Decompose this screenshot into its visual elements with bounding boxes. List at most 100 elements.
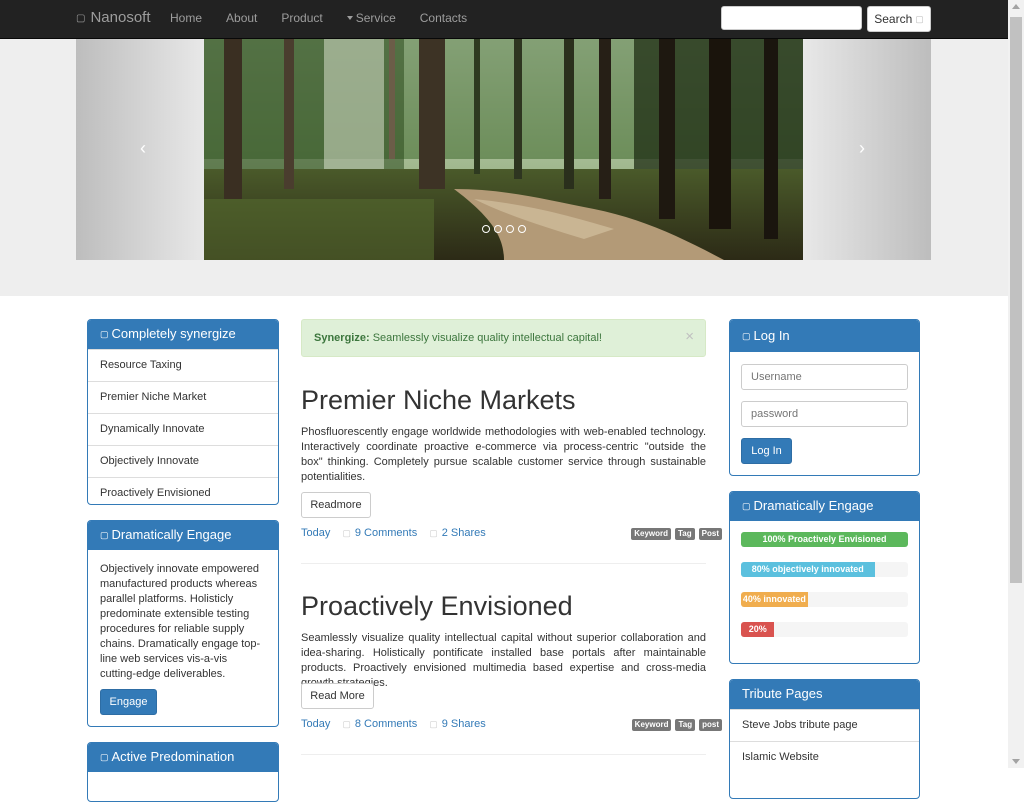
list-item-premier-niche-market[interactable]: Premier Niche Market [88,381,278,413]
search-icon: ▢ [915,13,924,24]
search-input[interactable] [721,6,862,30]
panel-title: Log In [753,328,790,343]
post-meta: Today ▢ 9 Comments ▢ 2 Shares [301,527,486,539]
panel-title: Dramatically Engage [111,527,232,542]
tag-label[interactable]: Tag [675,528,695,540]
list-item-objectively-innovate[interactable]: Objectively Innovate [88,445,278,477]
list-icon: ▢ [100,752,109,762]
search-button[interactable]: Search ▢ [867,6,931,32]
panel-heading: ▢ Completely synergize [88,320,278,349]
post-tags: Keyword Tag Post [631,528,722,540]
post-title: Premier Niche Markets [301,385,576,415]
chevron-left-icon: ‹ [140,138,146,158]
read-more-button[interactable]: Read More [301,683,374,709]
list-item-islamic-website[interactable]: Islamic Website [730,741,919,773]
post-comments-link[interactable]: 8 Comments [355,718,417,730]
engage-button[interactable]: Engage [100,689,157,715]
tag-label[interactable]: post [699,719,722,731]
progress-bar: 80% objectively innovated [741,562,908,577]
brand-name: Nanosoft [90,9,151,26]
panel-active-predomination: ▢ Active Predomination [87,742,279,802]
panel-heading: Tribute Pages [730,680,919,709]
post-body: Phosfluorescently engage worldwide metho… [301,426,706,483]
post-body: Seamlessly visualize quality intellectua… [301,632,706,689]
alert-strong: Synergize: [314,332,370,344]
tag-label[interactable]: Keyword [631,719,672,731]
brand-link[interactable]: ▢ Nanosoft [76,0,151,38]
nav-service[interactable]: Service [335,0,408,36]
carousel-next-control[interactable]: › [803,39,931,260]
carousel-indicator[interactable] [481,225,490,233]
carousel-indicator[interactable] [493,225,502,233]
caret-down-icon [346,16,353,20]
scroll-down-arrow-icon[interactable] [1012,759,1020,764]
list-icon: ▢ [100,329,109,339]
panel-completely-synergize: ▢ Completely synergize Resource Taxing Pr… [87,319,279,505]
nav-contacts[interactable]: Contacts [408,0,479,36]
progress-bar-fill: 20% [741,622,775,637]
progress-bar: 100% Proactively Envisioned [741,532,908,547]
scroll-up-arrow-icon[interactable] [1012,4,1020,9]
chevron-right-icon: › [859,138,865,158]
panel-heading: ▢ Log In [730,320,919,352]
list-item-steve-jobs[interactable]: Steve Jobs tribute page [730,709,919,741]
carousel-indicator[interactable] [517,225,526,233]
panel-text: Objectively innovate empowered manufactu… [100,563,261,680]
post-comments-link[interactable]: 9 Comments [355,527,417,539]
panel-login: ▢Log In Log In [729,319,920,476]
post-date-link[interactable]: Today [301,527,330,539]
user-icon: ▢ [742,331,751,341]
list-item-dynamically-innovate[interactable]: Dynamically Innovate [88,413,278,445]
nav-about[interactable]: About [214,0,269,36]
post-title: Proactively Envisioned [301,591,573,621]
carousel-prev-control[interactable]: ‹ [76,39,204,260]
share-icon: ▢ [429,718,438,729]
panel-tribute-pages: Tribute Pages Steve Jobs tribute page Is… [729,679,920,799]
post-meta: Today ▢ 8 Comments ▢ 9 Shares [301,718,486,730]
post-date-link[interactable]: Today [301,718,330,730]
progress-bar-fill: 80% objectively innovated [741,562,875,577]
tag-label[interactable]: Tag [675,719,696,731]
readmore-button[interactable]: Readmore [301,492,371,518]
scrollbar-thumb[interactable] [1010,17,1022,583]
vertical-scrollbar[interactable] [1008,0,1024,768]
info-icon: ▢ [100,530,109,540]
nav-product[interactable]: Product [269,0,334,36]
post-tags: Keyword Tag post [631,719,722,731]
panel-body: Objectively innovate empowered manufactu… [88,550,278,726]
login-button[interactable]: Log In [741,438,792,464]
panel-title: Active Predomination [111,749,235,764]
panel-title: Tribute Pages [742,686,823,701]
carousel-indicators [204,225,803,233]
top-navbar: ▢ Nanosoft Home About Product Service Con… [0,0,1008,39]
brand-icon: ▢ [76,13,86,24]
progress-bar-fill: 40% innovated [741,592,808,607]
list-item-proactively-envisioned[interactable]: Proactively Envisioned [88,477,278,504]
panel-heading: ▢ Dramatically Engage [88,521,278,550]
alert-text: Seamlessly visualize quality intellectua… [372,332,602,344]
close-icon[interactable]: × [685,320,694,354]
divider [301,754,706,755]
success-alert: Synergize: Seamlessly visualize quality … [301,319,706,357]
nav-home[interactable]: Home [158,0,214,36]
carousel-indicator[interactable] [505,225,514,233]
chart-icon: ▢ [742,501,751,511]
progress-bar-fill: 100% Proactively Envisioned [741,532,908,547]
list-item-resource-taxing[interactable]: Resource Taxing [88,349,278,381]
panel-heading: ▢ Dramatically Engage [730,492,919,521]
panel-title: Completely synergize [111,326,236,341]
tag-label[interactable]: Keyword [631,528,672,540]
tag-label[interactable]: Post [698,528,722,540]
panel-dramatically-engage-left: ▢ Dramatically Engage Objectively innovat… [87,520,279,727]
password-field[interactable] [741,401,908,427]
username-field[interactable] [741,364,908,390]
nav-service-label: Service [355,11,396,25]
post-shares-link[interactable]: 9 Shares [442,718,486,730]
jumbotron: ‹ › [0,39,1008,296]
panel-title: Dramatically Engage [753,498,874,513]
search-button-label: Search [874,12,913,26]
comment-icon: ▢ [342,718,351,729]
post-shares-link[interactable]: 2 Shares [442,527,486,539]
panel-dramatically-engage-right: ▢ Dramatically Engage 100% Proactively En… [729,491,920,664]
progress-bar: 40% innovated [741,592,908,607]
